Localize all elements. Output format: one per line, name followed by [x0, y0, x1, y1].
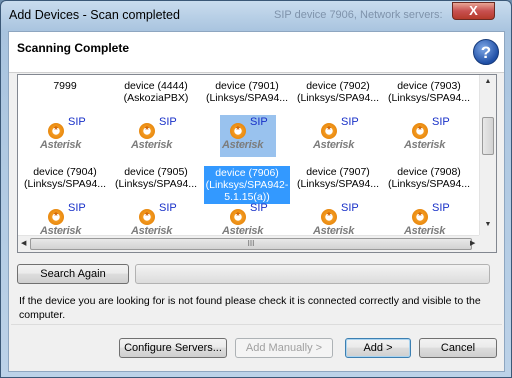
- horizontal-scrollbar[interactable]: ◀ III ▶: [18, 235, 480, 252]
- asterisk-sip-icon: * SIP Asterisk: [311, 115, 367, 157]
- asterisk-brand-label: Asterisk: [40, 139, 82, 151]
- device-label: device (7907) (Linksys/SPA94...: [296, 166, 380, 190]
- device-icon[interactable]: * SIP Asterisk: [22, 115, 108, 157]
- sip-label: SIP: [159, 116, 177, 128]
- window-title: Add Devices - Scan completed: [9, 8, 180, 22]
- device-item[interactable]: device (7907) (Linksys/SPA94...: [295, 166, 381, 190]
- asterisk-star-icon: *: [321, 123, 337, 139]
- device-icon[interactable]: * SIP Asterisk: [295, 115, 381, 157]
- asterisk-star-icon: *: [412, 209, 428, 225]
- device-label: 7999: [53, 80, 77, 92]
- asterisk-star-icon: *: [139, 209, 155, 225]
- device-label: device (7904) (Linksys/SPA94...: [23, 166, 107, 190]
- device-label: device (7902) (Linksys/SPA94...: [296, 80, 380, 104]
- asterisk-sip-icon: * SIP Asterisk: [38, 115, 94, 157]
- device-list[interactable]: 7999 device (4444) (AskoziaPBX) device (79…: [17, 74, 497, 253]
- device-label: device (7906) (Linksys/SPA942- 5.1.15(a)…: [204, 166, 290, 204]
- sip-label: SIP: [250, 202, 268, 214]
- device-item[interactable]: device (4444) (AskoziaPBX): [113, 80, 199, 104]
- device-label: device (7901) (Linksys/SPA94...: [205, 80, 289, 104]
- asterisk-star-icon: *: [230, 209, 246, 225]
- sip-label: SIP: [341, 202, 359, 214]
- sip-label: SIP: [68, 202, 86, 214]
- asterisk-brand-label: Asterisk: [313, 139, 355, 151]
- scroll-left-arrow-icon[interactable]: ◀: [21, 239, 26, 247]
- device-label: device (4444) (AskoziaPBX): [123, 80, 189, 104]
- asterisk-sip-icon: * SIP Asterisk: [220, 115, 276, 157]
- asterisk-star-icon: *: [139, 123, 155, 139]
- device-label: device (7903) (Linksys/SPA94...: [387, 80, 471, 104]
- asterisk-brand-label: Asterisk: [404, 139, 446, 151]
- cancel-button[interactable]: Cancel: [419, 338, 497, 358]
- search-again-button[interactable]: Search Again: [17, 264, 129, 284]
- title-bar: Add Devices - Scan completed SIP device …: [1, 1, 511, 31]
- device-grid: 7999 device (4444) (AskoziaPBX) device (79…: [18, 75, 480, 237]
- asterisk-brand-label: Asterisk: [131, 139, 173, 151]
- scroll-down-arrow-icon[interactable]: ▼: [483, 221, 493, 228]
- device-item[interactable]: device (7903) (Linksys/SPA94...: [386, 80, 472, 104]
- device-icon[interactable]: * SIP Asterisk: [204, 115, 290, 157]
- vertical-scroll-thumb[interactable]: [482, 117, 494, 155]
- dialog-client-area: Scanning Complete ? 7999 device (4444) (A…: [8, 31, 505, 372]
- device-item[interactable]: device (7908) (Linksys/SPA94...: [386, 166, 472, 190]
- asterisk-star-icon: *: [412, 123, 428, 139]
- add-devices-window: Add Devices - Scan completed SIP device …: [0, 0, 512, 378]
- add-manually-button[interactable]: Add Manually >: [235, 338, 333, 358]
- device-label: device (7908) (Linksys/SPA94...: [387, 166, 471, 190]
- scroll-up-arrow-icon[interactable]: ▲: [483, 78, 493, 85]
- divider: [11, 324, 502, 325]
- device-item[interactable]: device (7906) (Linksys/SPA942- 5.1.15(a)…: [204, 166, 290, 204]
- sip-label: SIP: [432, 202, 450, 214]
- help-icon[interactable]: ?: [473, 39, 499, 65]
- close-button[interactable]: X: [452, 2, 495, 20]
- device-item[interactable]: 7999: [22, 80, 108, 92]
- page-title: Scanning Complete: [17, 41, 130, 55]
- background-window-title: SIP device 7906, Network servers: 192.16…: [274, 9, 444, 21]
- asterisk-sip-icon: * SIP Asterisk: [129, 115, 185, 157]
- sip-label: SIP: [432, 116, 450, 128]
- sip-label: SIP: [68, 116, 86, 128]
- asterisk-star-icon: *: [48, 123, 64, 139]
- horizontal-scroll-thumb[interactable]: III: [30, 238, 472, 250]
- vertical-scrollbar[interactable]: ▲ ▼: [479, 75, 496, 236]
- sip-label: SIP: [341, 116, 359, 128]
- scan-progress-bar: [135, 264, 490, 284]
- help-message: If the device you are looking for is not…: [19, 295, 481, 321]
- device-item[interactable]: device (7902) (Linksys/SPA94...: [295, 80, 381, 104]
- configure-servers-button[interactable]: Configure Servers...: [119, 338, 227, 358]
- device-item[interactable]: device (7905) (Linksys/SPA94...: [113, 166, 199, 190]
- asterisk-star-icon: *: [230, 123, 246, 139]
- add-button[interactable]: Add >: [345, 338, 411, 358]
- device-item[interactable]: device (7901) (Linksys/SPA94...: [204, 80, 290, 104]
- scroll-right-arrow-icon[interactable]: ▶: [470, 239, 475, 247]
- sip-label: SIP: [250, 116, 268, 128]
- device-icon[interactable]: * SIP Asterisk: [386, 115, 472, 157]
- sip-label: SIP: [159, 202, 177, 214]
- device-icon[interactable]: * SIP Asterisk: [113, 115, 199, 157]
- header-band: Scanning Complete ?: [9, 32, 504, 73]
- asterisk-sip-icon: * SIP Asterisk: [402, 115, 458, 157]
- asterisk-star-icon: *: [321, 209, 337, 225]
- asterisk-brand-label: Asterisk: [222, 139, 264, 151]
- scroll-corner: [479, 235, 496, 252]
- asterisk-star-icon: *: [48, 209, 64, 225]
- device-item[interactable]: device (7904) (Linksys/SPA94...: [22, 166, 108, 190]
- device-label: device (7905) (Linksys/SPA94...: [114, 166, 198, 190]
